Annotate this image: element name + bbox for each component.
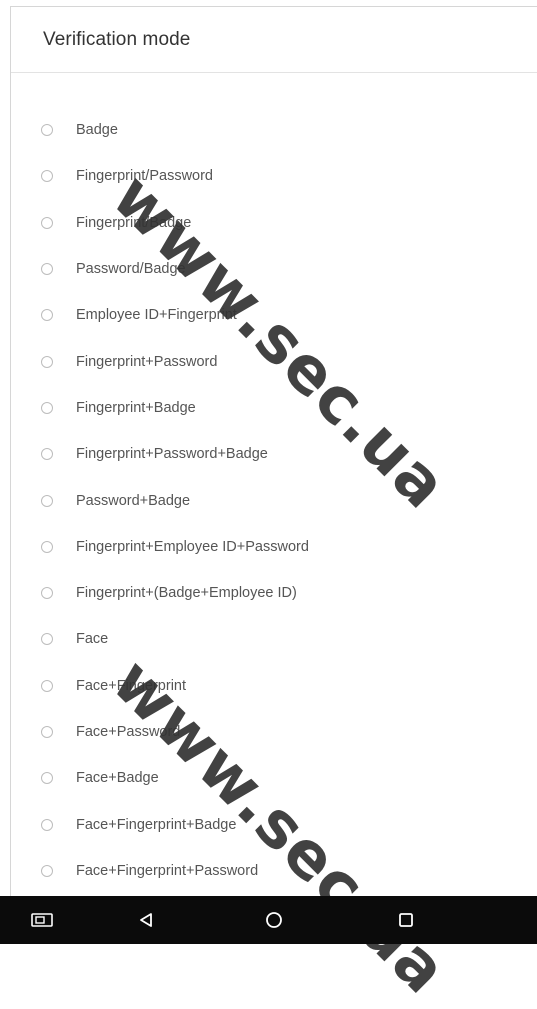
option-row[interactable]: Password+Badge [11, 477, 537, 523]
option-row[interactable]: Face [11, 616, 537, 662]
radio-button[interactable] [41, 726, 53, 738]
option-row[interactable]: Face+Password [11, 709, 537, 755]
option-label: Fingerprint+Badge [76, 399, 196, 416]
radio-button[interactable] [41, 633, 53, 646]
option-row[interactable]: Face+Badge [11, 755, 537, 801]
radio-button[interactable] [41, 355, 53, 368]
option-label: Face+Badge [76, 770, 159, 787]
back-icon [140, 913, 152, 927]
option-label: Fingerprint+(Badge+Employee ID) [76, 585, 297, 602]
radio-button[interactable] [41, 401, 53, 414]
option-label: Fingerprint/Badge [76, 214, 192, 231]
radio-button[interactable] [41, 216, 53, 229]
screenshot-icon [31, 913, 53, 927]
title-bar: Verification mode [11, 7, 537, 73]
home-button[interactable] [254, 896, 294, 944]
option-label: Face+Password [76, 724, 181, 740]
option-label: Face+Fingerprint+Password [76, 862, 259, 879]
option-label: Fingerprint+Password+Badge [76, 446, 268, 463]
recents-button[interactable] [386, 896, 426, 944]
option-row[interactable]: Badge [11, 107, 537, 153]
radio-button[interactable] [41, 818, 53, 831]
option-row[interactable]: Fingerprint+Badge [11, 385, 537, 431]
radio-button[interactable] [41, 309, 53, 322]
option-label: Password+Badge [76, 492, 191, 509]
option-label: Employee ID+Fingerprint [76, 307, 237, 324]
back-button[interactable] [126, 896, 166, 944]
screenshot-button[interactable] [22, 896, 62, 944]
radio-button[interactable] [41, 864, 53, 877]
radio-button[interactable] [41, 263, 53, 276]
option-row[interactable]: Fingerprint+Password [11, 338, 537, 384]
option-row[interactable]: Fingerprint+Password+Badge [11, 431, 537, 477]
option-row[interactable]: Fingerprint+(Badge+Employee ID) [11, 570, 537, 616]
option-label: Face [76, 631, 109, 648]
option-row[interactable]: Face+Fingerprint+Password [11, 848, 537, 894]
option-row[interactable]: Face+Fingerprint [11, 663, 537, 709]
radio-button[interactable] [41, 587, 53, 600]
option-label: Face+Fingerprint [76, 677, 187, 694]
option-row[interactable]: Employee ID+Fingerprint [11, 292, 537, 338]
option-label: Fingerprint/Password [76, 168, 213, 185]
home-icon [266, 912, 282, 928]
radio-button[interactable] [41, 170, 53, 183]
radio-button[interactable] [41, 124, 53, 137]
option-row[interactable]: Fingerprint/Password [11, 153, 537, 199]
radio-button[interactable] [41, 494, 53, 507]
recents-icon [399, 913, 413, 927]
radio-button[interactable] [41, 772, 53, 785]
option-label: Badge [76, 122, 118, 139]
option-label: Fingerprint+Password [76, 353, 218, 370]
option-row[interactable]: Password/Badge [11, 246, 537, 292]
page-title: Verification mode [43, 28, 191, 50]
option-label: Fingerprint+Employee ID+Password [76, 538, 309, 555]
radio-button[interactable] [41, 679, 53, 692]
option-row[interactable]: Face+Fingerprint+Badge [11, 801, 537, 847]
option-label: Face+Fingerprint+Badge [76, 816, 237, 833]
navigation-bar [0, 896, 537, 944]
verification-mode-list: Badge Fingerprint/Password Fingerprint/Bad… [11, 107, 537, 894]
option-label: Password/Badge [76, 261, 186, 278]
verification-mode-screen: Verification mode Badge Fingerprint/Passw… [10, 6, 537, 896]
option-row[interactable]: Fingerprint/Badge [11, 200, 537, 246]
radio-button[interactable] [41, 448, 53, 461]
option-row[interactable]: Fingerprint+Employee ID+Password [11, 524, 537, 570]
radio-button[interactable] [41, 540, 53, 553]
